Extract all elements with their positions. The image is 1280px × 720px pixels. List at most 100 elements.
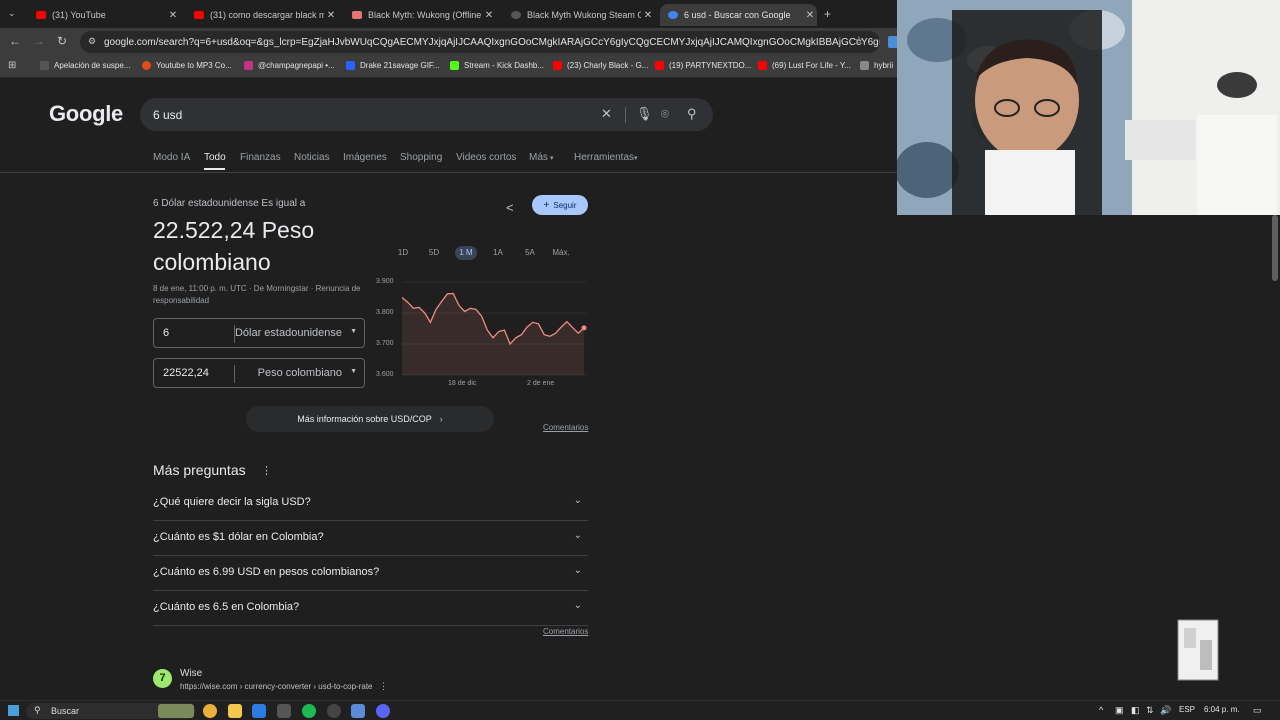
paa-question[interactable]: ¿Qué quiere decir la sigla USD? ⌄ [153,486,588,521]
bookmark-item[interactable]: Apelación de suspe... [40,61,131,70]
bookmark-item[interactable]: Youtube to MP3 Co... [142,61,232,70]
paa-question[interactable]: ¿Cuánto es $1 dólar en Colombia? ⌄ [153,521,588,556]
new-tab-icon[interactable]: + [824,7,831,21]
to-amount-input[interactable]: 22522,24 [163,367,209,379]
bookmark-label: Stream - Kick Dashb... [464,61,545,70]
to-currency-select[interactable]: Peso colombiano [258,367,342,379]
tab-mas[interactable]: Más [529,152,548,163]
steam-icon[interactable] [327,704,341,718]
close-tab-icon[interactable]: ✕ [482,10,496,21]
tab-modo-ia[interactable]: Modo IA [153,152,190,163]
bookmark-item[interactable]: @champagnepapi •... [244,61,335,70]
bookmark-item[interactable]: (23) Charly Black - G... [553,61,648,70]
search-box[interactable]: 6 usd ✕ 🎙 ⌾ ⚲ [140,98,713,131]
more-options-icon[interactable]: ⋮ [379,681,388,692]
from-amount-input[interactable]: 6 [163,327,169,339]
close-tab-icon[interactable]: ✕ [166,10,180,21]
apps-grid-icon[interactable]: ⊞ [8,60,16,71]
equals-label: 6 Dólar estadounidense Es igual a [153,198,306,209]
tab-shopping[interactable]: Shopping [400,152,442,163]
bookmark-item[interactable]: (69) Lust For Life - Y... [758,61,851,70]
tab-black-myth-offline[interactable]: Black Myth: Wukong (Offline A ✕ [344,4,496,26]
close-tab-icon[interactable]: ✕ [641,10,655,21]
to-currency-field[interactable]: 22522,24 Peso colombiano ▼ [153,358,365,388]
bookmark-item[interactable]: Stream - Kick Dashb... [450,61,544,70]
bookmark-item[interactable]: (19) PARTYNEXTDO... [655,61,751,70]
google-logo[interactable]: Google [49,101,123,127]
clear-search-icon[interactable]: ✕ [601,106,612,122]
microphone-icon[interactable]: 🎙 [636,106,653,122]
bookmark-star-icon[interactable]: ☆ [854,34,864,47]
tab-finanzas[interactable]: Finanzas [240,152,281,163]
chevron-up-icon[interactable]: ^ [1099,705,1103,715]
more-info-button[interactable]: Más información sobre USD/COP › [246,406,494,432]
dropdown-arrow-icon: ▼ [350,328,357,335]
site-info-icon[interactable]: ⚙ [88,36,96,47]
tab-videos-cortos[interactable]: Videos cortos [456,152,516,163]
paa-question-text: ¿Qué quiere decir la sigla USD? [153,496,311,508]
reload-icon[interactable]: ↻ [57,34,67,48]
speaker-icon[interactable]: 🔊 [1160,705,1171,716]
forward-arrow-icon[interactable]: → [33,34,45,48]
result-url[interactable]: https://wise.com › currency-converter › … [180,682,373,691]
network-icon[interactable]: ⇅ [1146,705,1154,716]
instagram-icon [244,61,253,70]
app-icon[interactable] [351,704,365,718]
tray-app-icon[interactable]: ▣ [1115,705,1124,716]
tab-google-search[interactable]: 6 usd - Buscar con Google ✕ [660,4,817,26]
from-currency-field[interactable]: 6 Dólar estadounidense ▼ [153,318,365,348]
app-icon[interactable] [277,704,291,718]
back-arrow-icon[interactable]: ← [9,34,21,48]
more-options-icon[interactable]: ⋮ [261,464,272,477]
clock[interactable]: 6:04 p. m. [1204,705,1240,714]
search-input[interactable]: 6 usd [153,108,182,122]
tab-noticias[interactable]: Noticias [294,152,330,163]
paa-question[interactable]: ¿Cuánto es 6.5 en Colombia? ⌄ [153,591,588,626]
range-5d[interactable]: 5D [425,246,443,260]
widget-thumbnail-icon[interactable] [158,704,194,718]
feedback-link[interactable]: Comentarios [543,423,588,432]
tab-herramientas[interactable]: Herramientas [574,152,634,163]
from-currency-select[interactable]: Dólar estadounidense [235,327,342,339]
scrollbar-thumb[interactable] [1272,215,1278,281]
lens-camera-icon[interactable]: ⌾ [661,106,669,122]
more-info-label: Más información sobre USD/COP [297,414,432,424]
file-explorer-icon[interactable] [228,704,242,718]
follow-button[interactable]: + Seguir [532,195,588,215]
tab-title: Black Myth: Wukong (Offline A [368,10,482,20]
range-max[interactable]: Máx. [550,246,572,260]
tab-como-descargar[interactable]: (31) como descargar black myth ✕ [186,4,338,26]
address-bar[interactable]: ⚙ google.com/search?q=6+usd&oq=&gs_lcrp=… [80,31,880,53]
tab-imagenes[interactable]: Imágenes [343,152,387,163]
range-1d[interactable]: 1D [394,246,412,260]
plus-icon: + [543,199,550,211]
webcam-overlay [897,0,1280,215]
share-icon[interactable]: < [506,200,514,215]
bookmark-item[interactable]: hybrii [860,61,893,70]
range-1m[interactable]: 1 M [455,246,477,260]
tab-todo[interactable]: Todo [204,152,226,163]
search-icon[interactable]: ⚲ [687,106,697,122]
paa-question[interactable]: ¿Cuánto es 6.99 USD en pesos colombianos… [153,556,588,591]
close-tab-icon[interactable]: ✕ [803,10,817,21]
notifications-icon[interactable]: ▭ [1253,705,1262,716]
store-icon[interactable] [252,704,266,718]
spotify-icon[interactable] [302,704,316,718]
close-tab-icon[interactable]: ✕ [324,10,338,21]
discord-icon[interactable] [376,704,390,718]
exchange-rate-chart[interactable] [390,276,590,386]
tab-youtube[interactable]: (31) YouTube ✕ [28,4,180,26]
tab-black-myth-steam[interactable]: Black Myth Wukong Steam Offl ✕ [503,4,655,26]
language-indicator[interactable]: ESP [1179,705,1195,714]
bookmark-item[interactable]: Drake 21savage GIF... [346,61,440,70]
windows-start-icon[interactable] [8,705,19,716]
wise-logo-icon[interactable]: 7 [153,669,172,688]
chrome-icon[interactable] [203,704,217,718]
range-5a[interactable]: 5A [521,246,539,260]
tab-search-icon[interactable]: ⌄ [8,8,16,19]
tray-app-icon[interactable]: ◧ [1131,705,1140,716]
result-site-name[interactable]: Wise [180,668,202,679]
range-1a[interactable]: 1A [489,246,507,260]
feedback-link[interactable]: Comentarios [543,627,588,636]
chevron-down-icon: ⌄ [573,600,582,611]
